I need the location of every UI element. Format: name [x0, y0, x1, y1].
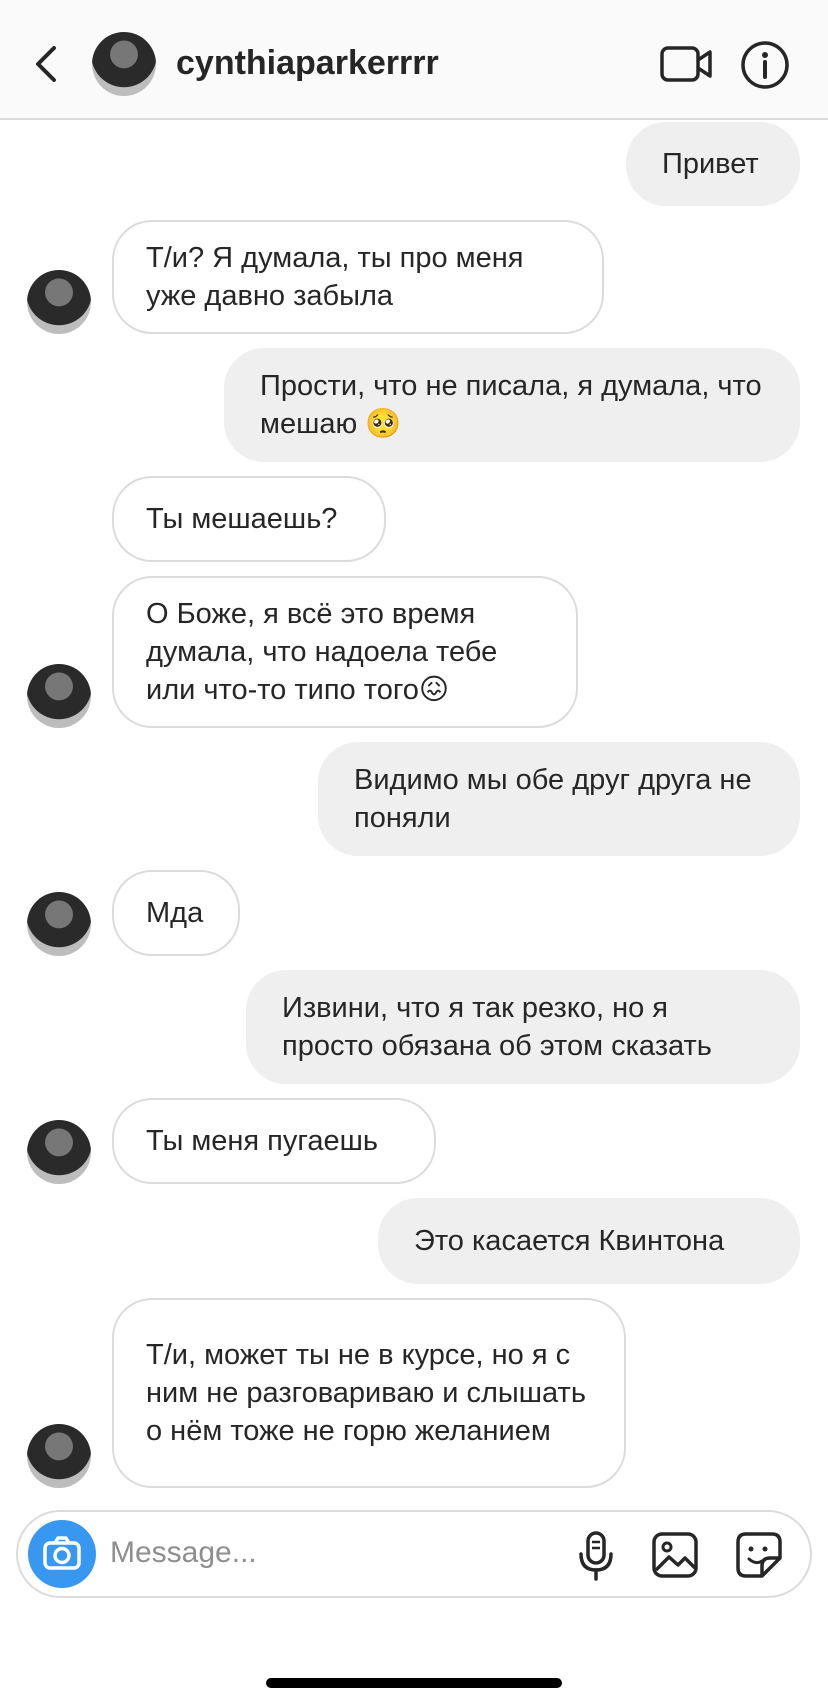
sticker-icon[interactable]: [734, 1530, 784, 1580]
username[interactable]: cynthiaparkerrrr: [176, 44, 439, 83]
camera-icon: [43, 1536, 81, 1570]
avatar: [27, 270, 91, 334]
message-composer: Message...: [16, 1510, 812, 1598]
message-outgoing[interactable]: Это касается Квинтона: [378, 1198, 800, 1284]
message-text: Видимо мы обе друг друга не поняли: [354, 764, 752, 834]
message-text: Т/и, может ты не в курсе, но я с ним не …: [146, 1339, 586, 1447]
microphone-icon[interactable]: [576, 1530, 616, 1582]
message-incoming[interactable]: Ты мешаешь?: [112, 476, 386, 562]
avatar: [27, 1424, 91, 1488]
info-icon[interactable]: [740, 40, 790, 90]
message-outgoing[interactable]: Привет: [626, 122, 800, 206]
message-outgoing[interactable]: Видимо мы обе друг друга не поняли: [318, 742, 800, 856]
message-incoming[interactable]: Мда: [112, 870, 240, 956]
message-input[interactable]: Message...: [110, 1536, 257, 1570]
message-incoming[interactable]: Т/и? Я думала, ты про меня уже давно заб…: [112, 220, 604, 334]
message-text: Ты мешаешь?: [146, 503, 338, 535]
message-incoming[interactable]: Ты меня пугаешь: [112, 1098, 436, 1184]
message-outgoing[interactable]: Прости, что не писала, я думала, что меш…: [224, 348, 800, 462]
gallery-icon[interactable]: [650, 1530, 700, 1580]
chevron-left-icon[interactable]: [28, 42, 64, 86]
message-text: Это касается Квинтона: [414, 1225, 725, 1257]
message-text: Извини, что я так резко, но я просто обя…: [282, 992, 712, 1062]
avatar: [27, 664, 91, 728]
message-text: Ты меня пугаешь: [146, 1125, 378, 1157]
message-text: Привет: [662, 148, 759, 180]
message-incoming[interactable]: Т/и, может ты не в курсе, но я с ним не …: [112, 1298, 626, 1488]
chat-header: cynthiaparkerrrr: [0, 0, 828, 120]
camera-button[interactable]: [28, 1520, 96, 1588]
message-text: Мда: [146, 897, 204, 929]
message-outgoing[interactable]: Извини, что я так резко, но я просто обя…: [246, 970, 800, 1084]
avatar: [27, 892, 91, 956]
message-incoming[interactable]: О Боже, я всё это время думала, что надо…: [112, 576, 578, 728]
avatar[interactable]: [92, 32, 156, 96]
message-text: О Боже, я всё это время думала, что надо…: [146, 598, 498, 706]
home-indicator: [266, 1678, 562, 1688]
message-text: Прости, что не писала, я думала, что меш…: [260, 370, 762, 440]
message-text: Т/и? Я думала, ты про меня уже давно заб…: [146, 242, 524, 312]
video-camera-icon[interactable]: [660, 44, 712, 84]
avatar: [27, 1120, 91, 1184]
